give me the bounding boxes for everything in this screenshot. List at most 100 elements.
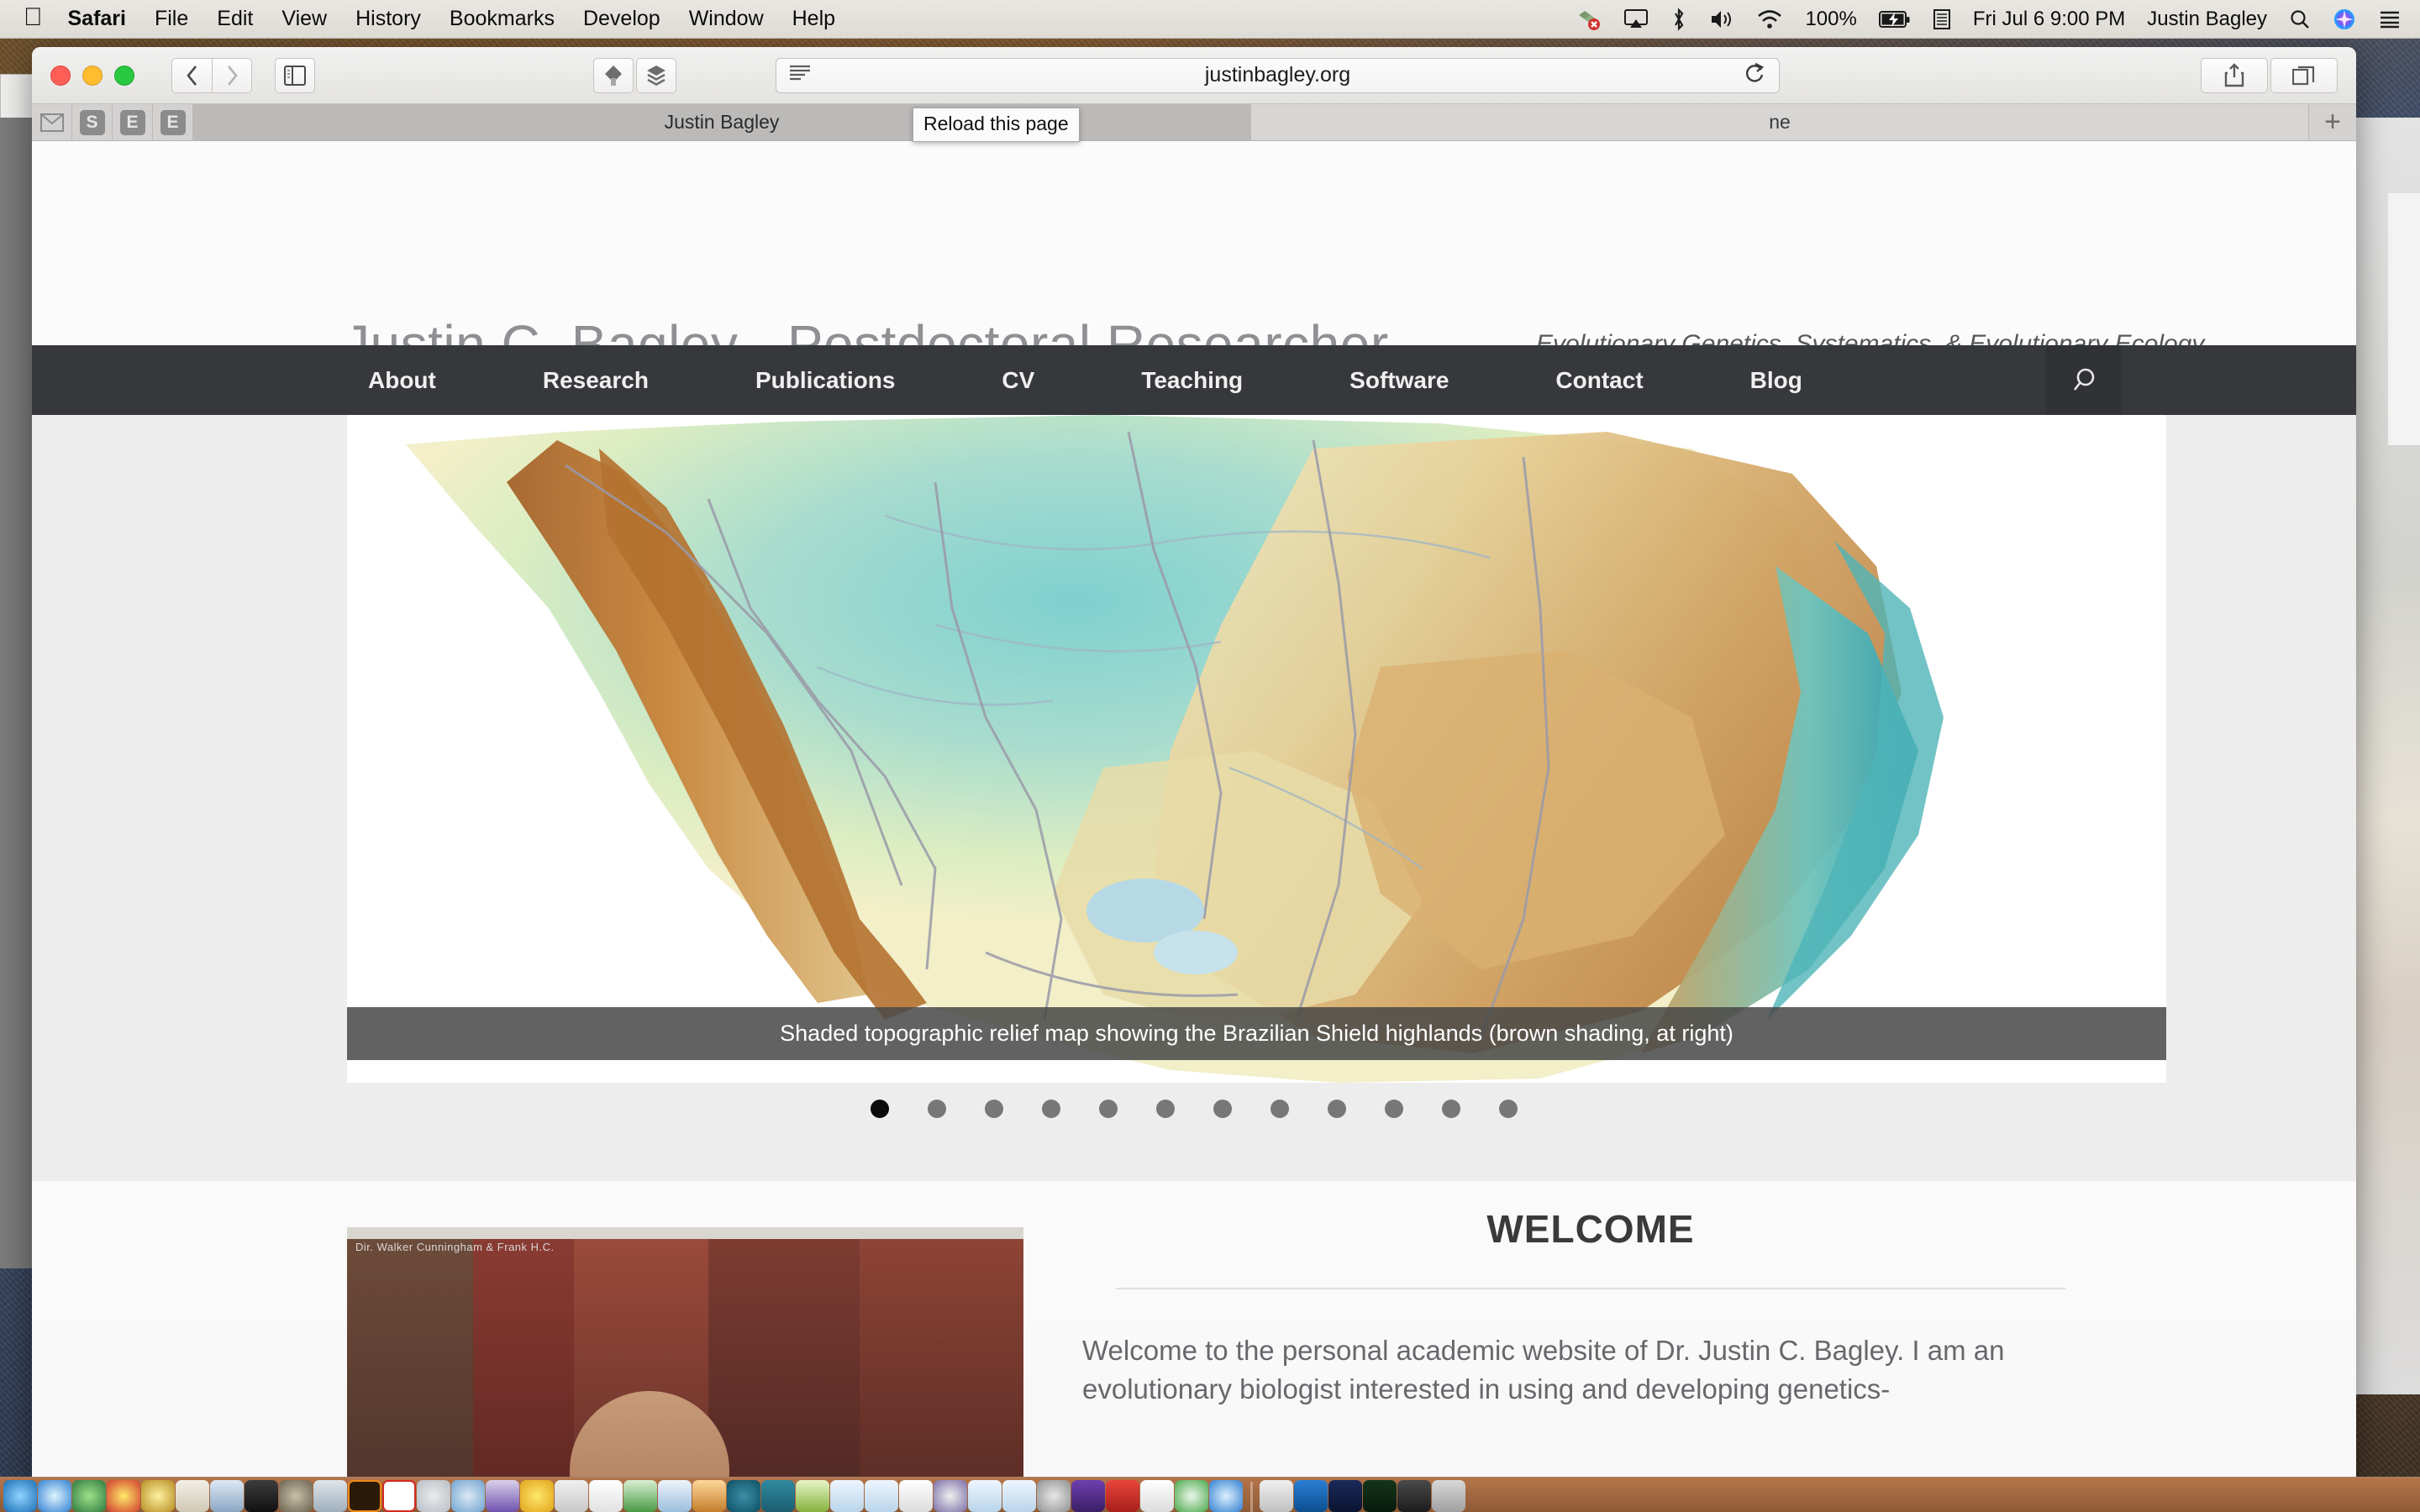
carousel-dot-10[interactable] <box>1385 1100 1403 1118</box>
layers-button[interactable] <box>636 57 676 93</box>
background-window-right-secondary[interactable] <box>2388 193 2420 445</box>
menu-item-develop[interactable]: Develop <box>583 7 660 31</box>
carousel-dot-2[interactable] <box>928 1100 946 1118</box>
dock-icon-igv[interactable] <box>761 1480 795 1512</box>
forward-button[interactable] <box>212 57 252 93</box>
carousel-dot-3[interactable] <box>985 1100 1003 1118</box>
dock-icon-tex[interactable] <box>1037 1480 1071 1512</box>
dock-icon-textedit[interactable] <box>176 1480 209 1512</box>
favorite-tab-mail[interactable] <box>32 104 72 140</box>
minimize-button[interactable] <box>82 65 103 86</box>
apple-logo-icon[interactable]:  <box>24 4 43 30</box>
reader-view-icon[interactable] <box>788 64 812 87</box>
site-search-button[interactable] <box>2046 345 2122 415</box>
dock-icon-julia[interactable] <box>486 1480 519 1512</box>
dock-icon-illustrator[interactable] <box>348 1480 381 1512</box>
dropbox-error-icon[interactable] <box>1576 8 1602 31</box>
dock-icon-gimp[interactable] <box>279 1480 313 1512</box>
show-all-tabs-button[interactable] <box>2270 57 2338 93</box>
back-button[interactable] <box>171 57 212 93</box>
close-button[interactable] <box>50 65 71 86</box>
volume-icon[interactable] <box>1709 8 1734 30</box>
dock-icon-document[interactable] <box>1260 1480 1293 1512</box>
menu-item-help[interactable]: Help <box>792 7 835 31</box>
dock-icon-tracer[interactable] <box>934 1480 967 1512</box>
dock-icon-quicktime[interactable] <box>727 1480 760 1512</box>
dock-icon-window-2[interactable] <box>1328 1480 1362 1512</box>
dock-icon-rstudio[interactable] <box>451 1480 485 1512</box>
dock-icon-beast[interactable] <box>899 1480 933 1512</box>
dock-icon-terminal[interactable] <box>245 1480 278 1512</box>
keyboard-input-icon[interactable] <box>1933 8 1951 30</box>
reload-icon[interactable] <box>1744 61 1765 89</box>
dock-icon-maps[interactable] <box>72 1480 106 1512</box>
menu-item-file[interactable]: File <box>155 7 188 31</box>
dock-icon-duck[interactable] <box>520 1480 554 1512</box>
favorite-tab-s[interactable]: S <box>72 104 113 140</box>
maximize-button[interactable] <box>114 65 134 86</box>
dock-icon-acrobat[interactable] <box>382 1480 416 1512</box>
carousel-dot-7[interactable] <box>1213 1100 1232 1118</box>
favorite-tab-e1[interactable]: E <box>113 104 153 140</box>
dock-icon-word[interactable] <box>555 1480 588 1512</box>
annotate-pen-button[interactable] <box>593 57 634 93</box>
share-button[interactable] <box>2201 57 2268 93</box>
nav-item-research[interactable]: Research <box>543 367 649 394</box>
carousel-dot-12[interactable] <box>1499 1100 1518 1118</box>
menu-item-history[interactable]: History <box>355 7 421 31</box>
dock-icon-safari[interactable] <box>38 1480 71 1512</box>
nav-item-software[interactable]: Software <box>1349 367 1449 394</box>
dock-icon-preview[interactable] <box>313 1480 347 1512</box>
bluetooth-icon[interactable] <box>1670 7 1687 31</box>
dock-icon-figtree-1[interactable] <box>830 1480 864 1512</box>
nav-item-teaching[interactable]: Teaching <box>1141 367 1243 394</box>
address-bar[interactable]: justinbagley.org <box>776 57 1780 93</box>
dock-icon-mendeley[interactable] <box>141 1480 175 1512</box>
carousel-slide[interactable] <box>347 415 2166 1083</box>
dock-icon-trash[interactable] <box>1432 1480 1465 1512</box>
carousel-dot-11[interactable] <box>1442 1100 1460 1118</box>
carousel-dot-8[interactable] <box>1270 1100 1289 1118</box>
dock-icon-figtree-2[interactable] <box>865 1480 898 1512</box>
favorite-tab-e2[interactable]: E <box>153 104 193 140</box>
menu-bar-clock[interactable]: Fri Jul 6 9:00 PM <box>1973 8 2125 31</box>
carousel-dot-9[interactable] <box>1328 1100 1346 1118</box>
dock-icon-xcode[interactable] <box>210 1480 244 1512</box>
tab-second[interactable]: ne <box>1251 104 2309 140</box>
carousel-dot-4[interactable] <box>1042 1100 1060 1118</box>
nav-item-publications[interactable]: Publications <box>755 367 895 394</box>
notification-center-icon[interactable] <box>2378 9 2402 29</box>
nav-item-cv[interactable]: CV <box>1002 367 1034 394</box>
dock-icon-window-4[interactable] <box>1397 1480 1431 1512</box>
dock-icon-keynote[interactable] <box>658 1480 692 1512</box>
dock-icon-finder[interactable] <box>3 1480 37 1512</box>
video-thumbnail[interactable]: Dir. Walker Cunningham & Frank H.C. <box>347 1227 1023 1512</box>
nav-item-about[interactable]: About <box>368 367 436 394</box>
dock-icon-window-3[interactable] <box>1363 1480 1397 1512</box>
dock-icon-r-1[interactable] <box>417 1480 450 1512</box>
dock-icon-chrome[interactable] <box>107 1480 140 1512</box>
dock-icon-fontbook[interactable] <box>1140 1480 1174 1512</box>
dock-icon-texshop[interactable] <box>1071 1480 1105 1512</box>
dock-icon-excel-2[interactable] <box>1175 1480 1208 1512</box>
carousel-dot-1[interactable] <box>871 1100 889 1118</box>
sidebar-toggle-button[interactable] <box>275 57 315 93</box>
nav-item-blog[interactable]: Blog <box>1750 367 1802 394</box>
url-text[interactable]: justinbagley.org <box>812 63 1744 87</box>
new-tab-button[interactable]: + <box>2309 104 2356 140</box>
dock-icon-excel[interactable] <box>623 1480 657 1512</box>
menu-bar-username[interactable]: Justin Bagley <box>2147 8 2267 31</box>
menu-item-window[interactable]: Window <box>689 7 764 31</box>
dock-icon-figtree-4[interactable] <box>1002 1480 1036 1512</box>
menu-item-bookmarks[interactable]: Bookmarks <box>450 7 555 31</box>
nav-item-contact[interactable]: Contact <box>1555 367 1643 394</box>
dock-icon-figtree-3[interactable] <box>968 1480 1002 1512</box>
tab-justin-bagley[interactable]: Justin Bagley <box>193 104 1251 140</box>
battery-charging-icon[interactable] <box>1878 10 1911 29</box>
dock-icon-help[interactable] <box>589 1480 623 1512</box>
wifi-icon[interactable] <box>1756 8 1783 30</box>
menu-item-safari[interactable]: Safari <box>68 7 126 31</box>
menu-item-edit[interactable]: Edit <box>217 7 253 31</box>
dock-icon-mesquite[interactable] <box>796 1480 829 1512</box>
carousel-dot-6[interactable] <box>1156 1100 1175 1118</box>
